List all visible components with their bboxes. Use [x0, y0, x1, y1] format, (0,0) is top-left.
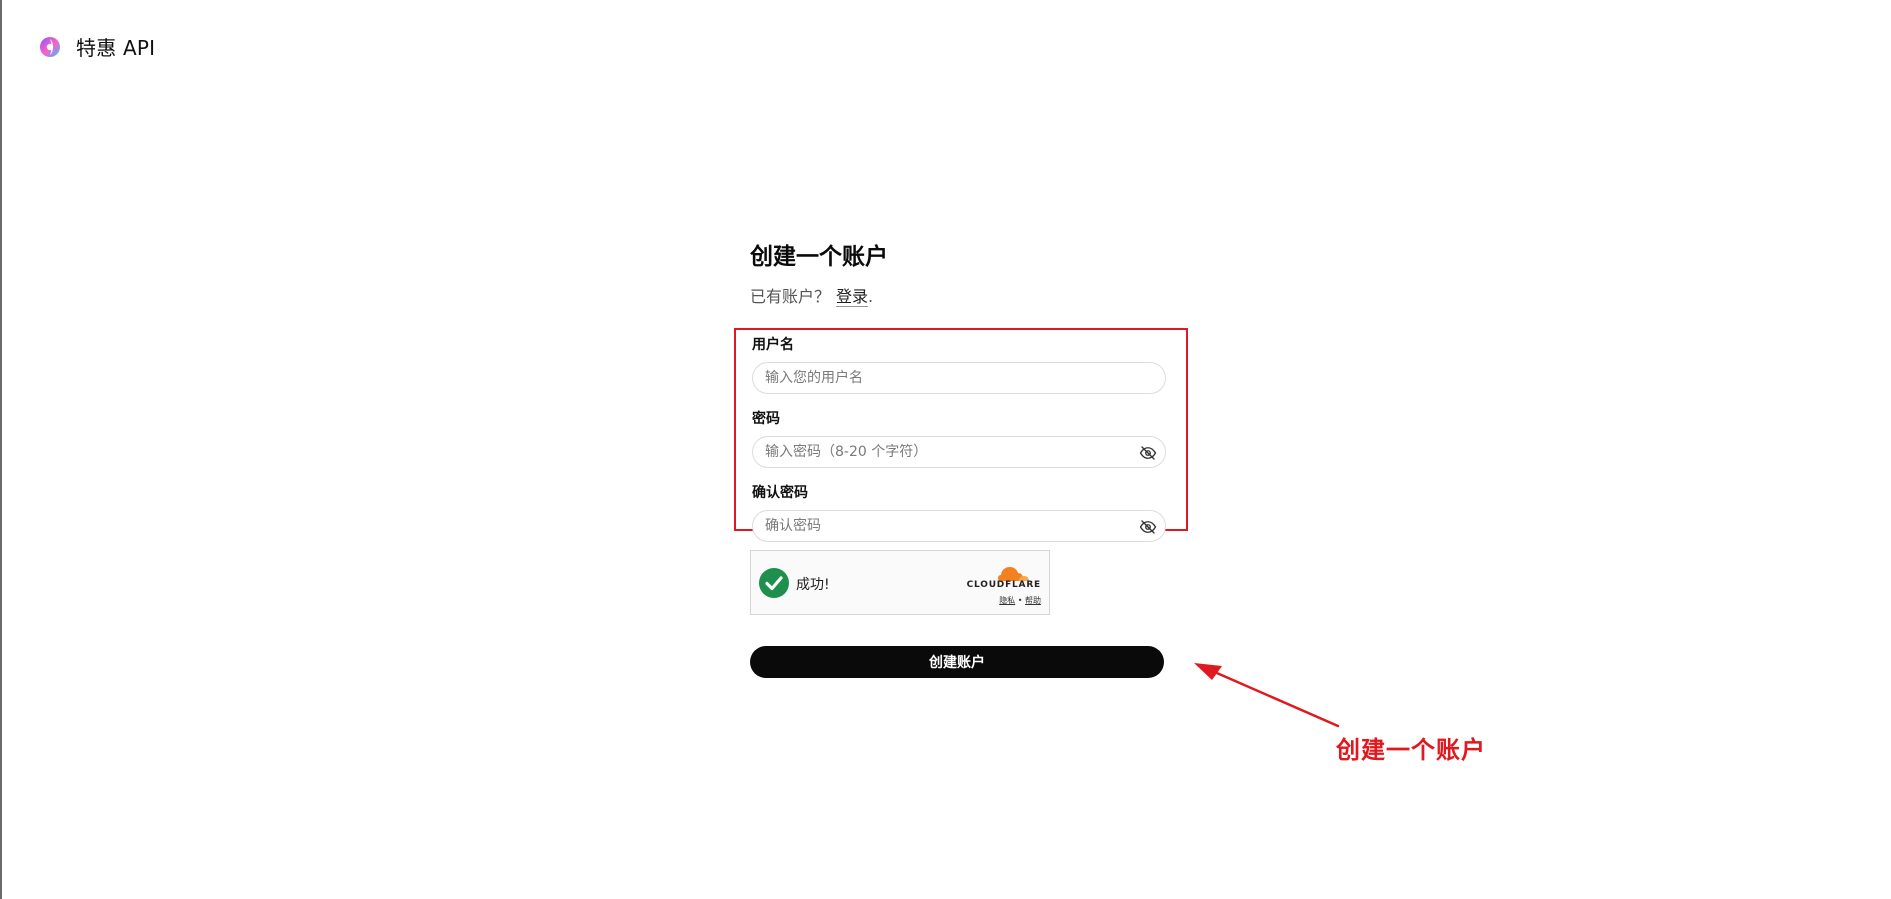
signup-form: 创建一个账户 已有账户？ 登录. 用户名 密码	[734, 240, 1188, 678]
brand-name: 特惠 API	[76, 36, 156, 60]
annotation-arrow	[1194, 663, 1340, 728]
login-prompt: 已有账户？ 登录.	[750, 286, 1164, 308]
cloudflare-captcha[interactable]: 成功! CLOUDFLARE 隐私 • 帮助	[750, 550, 1050, 615]
page: 特惠 API 创建一个账户 已有账户？ 登录. 用户名 密码	[0, 0, 1891, 899]
success-check-icon	[759, 568, 789, 598]
captcha-links: 隐私 • 帮助	[999, 595, 1041, 606]
help-link[interactable]: 帮助	[1025, 596, 1041, 605]
confirm-password-field-group: 确认密码	[752, 484, 1166, 542]
captcha-link-separator: •	[1017, 596, 1023, 605]
login-period: .	[868, 287, 874, 306]
brand[interactable]: 特惠 API	[38, 32, 155, 61]
password-input[interactable]	[753, 437, 1165, 467]
cloudflare-wordmark: CLOUDFLARE	[966, 580, 1041, 590]
captcha-status: 成功!	[796, 577, 830, 593]
eye-off-icon[interactable]	[1139, 444, 1157, 462]
password-input-wrapper	[752, 436, 1166, 468]
login-link[interactable]: 登录	[836, 287, 868, 306]
password-field-group: 密码	[752, 410, 1166, 468]
create-account-button[interactable]: 创建账户	[750, 646, 1164, 678]
fields-highlight-box: 用户名 密码 确认密码	[734, 328, 1188, 542]
username-field-group: 用户名	[752, 336, 1166, 394]
password-label: 密码	[752, 411, 780, 427]
username-input-wrapper	[752, 362, 1166, 394]
confirm-password-label: 确认密码	[752, 485, 808, 501]
privacy-link[interactable]: 隐私	[999, 596, 1015, 605]
eye-off-icon[interactable]	[1139, 518, 1157, 536]
username-label: 用户名	[752, 337, 794, 353]
page-title: 创建一个账户	[750, 244, 888, 270]
confirm-password-input[interactable]	[753, 511, 1165, 541]
have-account-text: 已有账户？	[750, 287, 831, 306]
annotation-label: 创建一个账户	[1336, 736, 1486, 764]
brand-logo-icon	[40, 36, 60, 57]
username-input[interactable]	[753, 363, 1165, 393]
confirm-password-input-wrapper	[752, 510, 1166, 542]
